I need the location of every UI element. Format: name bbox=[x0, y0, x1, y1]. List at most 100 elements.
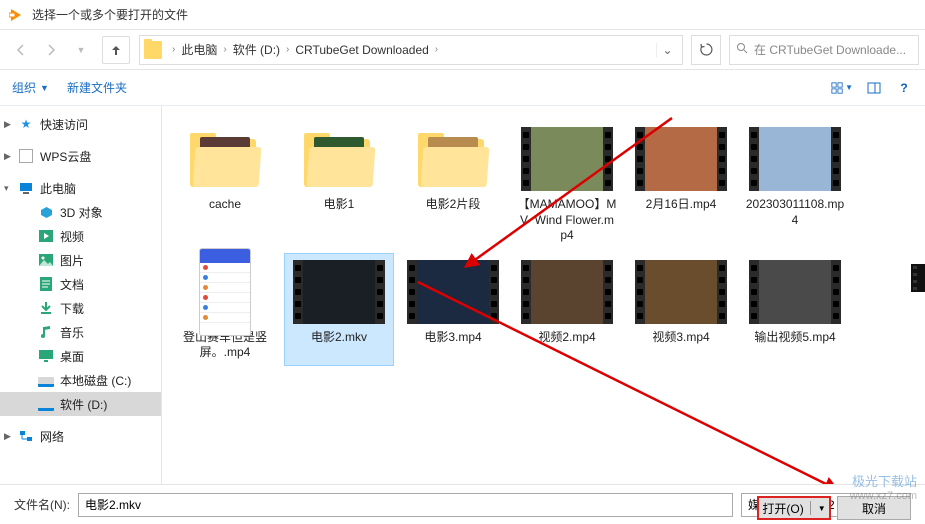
file-label: 2月16日.mp4 bbox=[646, 197, 717, 213]
file-label: cache bbox=[209, 197, 241, 213]
music-icon bbox=[38, 324, 54, 340]
download-icon bbox=[38, 300, 54, 316]
file-item[interactable]: cache bbox=[170, 120, 280, 249]
nav-forward-button[interactable] bbox=[37, 36, 65, 64]
file-thumbnail bbox=[407, 258, 499, 326]
collapse-icon: ▾ bbox=[4, 183, 16, 194]
file-item[interactable]: 2月16日.mp4 bbox=[626, 120, 736, 249]
cube-icon bbox=[38, 204, 54, 220]
chevron-down-icon: ▼ bbox=[40, 83, 49, 93]
sidebar-music[interactable]: 音乐 bbox=[0, 320, 161, 344]
preview-pane-button[interactable] bbox=[863, 77, 885, 99]
window-title: 选择一个或多个要打开的文件 bbox=[32, 6, 188, 23]
file-item[interactable]: 电影2.mkv bbox=[284, 253, 394, 366]
address-dropdown[interactable]: ⌄ bbox=[656, 43, 678, 57]
file-label: 视频3.mp4 bbox=[652, 330, 709, 346]
video-icon bbox=[38, 228, 54, 244]
chevron-right-icon: › bbox=[282, 44, 293, 55]
sidebar-drive-d[interactable]: 软件 (D:) bbox=[0, 392, 161, 416]
file-item[interactable]: 202303011108.mp4 bbox=[740, 120, 850, 249]
file-thumbnail bbox=[179, 258, 271, 326]
file-thumbnail bbox=[293, 258, 385, 326]
file-thumbnail bbox=[749, 258, 841, 326]
sidebar-3d-objects[interactable]: 3D 对象 bbox=[0, 200, 161, 224]
file-label: 电影2片段 bbox=[426, 197, 481, 213]
expand-icon: ▶ bbox=[4, 151, 16, 162]
nav-up-button[interactable] bbox=[102, 36, 130, 64]
file-thumbnail bbox=[749, 125, 841, 193]
file-item[interactable]: 【MAMAMOO】MV- Wind Flower.mp4 bbox=[512, 120, 622, 249]
sidebar-network[interactable]: ▶网络 bbox=[0, 424, 161, 448]
edge-video-strip bbox=[911, 264, 925, 292]
expand-icon: ▶ bbox=[4, 119, 16, 130]
sidebar: ▶★快速访问 ▶WPS云盘 ▾此电脑 3D 对象 视频 图片 文档 下载 音乐 … bbox=[0, 106, 162, 484]
crumb-pc[interactable]: 此电脑 bbox=[179, 41, 219, 58]
file-label: 【MAMAMOO】MV- Wind Flower.mp4 bbox=[517, 197, 617, 244]
drive-icon bbox=[38, 396, 54, 412]
file-thumbnail bbox=[635, 125, 727, 193]
open-button[interactable]: 打开(O) ▼ bbox=[757, 496, 831, 520]
sidebar-drive-c[interactable]: 本地磁盘 (C:) bbox=[0, 368, 161, 392]
nav-recent-dropdown[interactable]: ▼ bbox=[67, 36, 95, 64]
sidebar-documents[interactable]: 文档 bbox=[0, 272, 161, 296]
chevron-down-icon: ▼ bbox=[845, 83, 853, 92]
refresh-button[interactable] bbox=[691, 35, 721, 65]
picture-icon bbox=[38, 252, 54, 268]
help-button[interactable]: ? bbox=[895, 79, 913, 97]
file-item[interactable]: 电影1 bbox=[284, 120, 394, 249]
file-grid[interactable]: cache 电影1 电影2片段 【MAMAMOO】MV- Wind Flower… bbox=[162, 106, 925, 484]
file-label: 电影1 bbox=[324, 197, 355, 213]
star-icon: ★ bbox=[18, 116, 34, 132]
filename-label: 文件名(N): bbox=[14, 496, 70, 513]
document-icon bbox=[38, 276, 54, 292]
file-label: 电影3.mp4 bbox=[424, 330, 481, 346]
chevron-down-icon: ▼ bbox=[818, 504, 826, 513]
breadcrumb: 此电脑 › 软件 (D:) › CRTubeGet Downloaded › bbox=[179, 41, 656, 58]
sidebar-pictures[interactable]: 图片 bbox=[0, 248, 161, 272]
file-label: 202303011108.mp4 bbox=[745, 197, 845, 228]
chevron-right-icon: › bbox=[219, 44, 230, 55]
sidebar-desktop[interactable]: 桌面 bbox=[0, 344, 161, 368]
file-thumbnail bbox=[521, 125, 613, 193]
file-thumbnail bbox=[179, 125, 271, 193]
desktop-icon bbox=[38, 348, 54, 364]
crumb-drive[interactable]: 软件 (D:) bbox=[231, 41, 282, 58]
file-item[interactable]: 视频2.mp4 bbox=[512, 253, 622, 366]
chevron-right-icon: › bbox=[168, 44, 179, 55]
new-folder-button[interactable]: 新建文件夹 bbox=[67, 79, 127, 96]
filename-input[interactable] bbox=[78, 493, 733, 517]
address-bar[interactable]: › 此电脑 › 软件 (D:) › CRTubeGet Downloaded ›… bbox=[139, 35, 683, 65]
sidebar-videos[interactable]: 视频 bbox=[0, 224, 161, 248]
file-item[interactable]: 登山赛车但是竖屏。.mp4 bbox=[170, 253, 280, 366]
sidebar-wps[interactable]: ▶WPS云盘 bbox=[0, 144, 161, 168]
app-icon bbox=[8, 7, 24, 23]
file-thumbnail bbox=[521, 258, 613, 326]
pc-icon bbox=[18, 180, 34, 196]
folder-icon bbox=[144, 41, 162, 59]
sidebar-downloads[interactable]: 下载 bbox=[0, 296, 161, 320]
file-thumbnail bbox=[407, 125, 499, 193]
watermark: 极光下载站 www.xz7.com bbox=[850, 471, 917, 502]
crumb-folder[interactable]: CRTubeGet Downloaded bbox=[293, 43, 430, 57]
wps-icon bbox=[18, 148, 34, 164]
search-placeholder: 在 CRTubeGet Downloade... bbox=[754, 41, 906, 58]
file-label: 视频2.mp4 bbox=[538, 330, 595, 346]
file-label: 电影2.mkv bbox=[311, 330, 367, 346]
search-input[interactable]: 在 CRTubeGet Downloade... bbox=[729, 35, 919, 65]
file-item[interactable]: 电影2片段 bbox=[398, 120, 508, 249]
search-icon bbox=[736, 42, 748, 57]
sidebar-this-pc[interactable]: ▾此电脑 bbox=[0, 176, 161, 200]
chevron-right-icon: › bbox=[431, 44, 442, 55]
view-mode-button[interactable]: ▼ bbox=[831, 77, 853, 99]
file-thumbnail bbox=[635, 258, 727, 326]
file-item[interactable]: 电影3.mp4 bbox=[398, 253, 508, 366]
nav-back-button[interactable] bbox=[7, 36, 35, 64]
expand-icon: ▶ bbox=[4, 431, 16, 442]
file-thumbnail bbox=[293, 125, 385, 193]
drive-icon bbox=[38, 372, 54, 388]
file-item[interactable]: 视频3.mp4 bbox=[626, 253, 736, 366]
sidebar-quick-access[interactable]: ▶★快速访问 bbox=[0, 112, 161, 136]
organize-menu[interactable]: 组织▼ bbox=[12, 79, 49, 96]
file-label: 输出视频5.mp4 bbox=[754, 330, 835, 346]
file-item[interactable]: 输出视频5.mp4 bbox=[740, 253, 850, 366]
